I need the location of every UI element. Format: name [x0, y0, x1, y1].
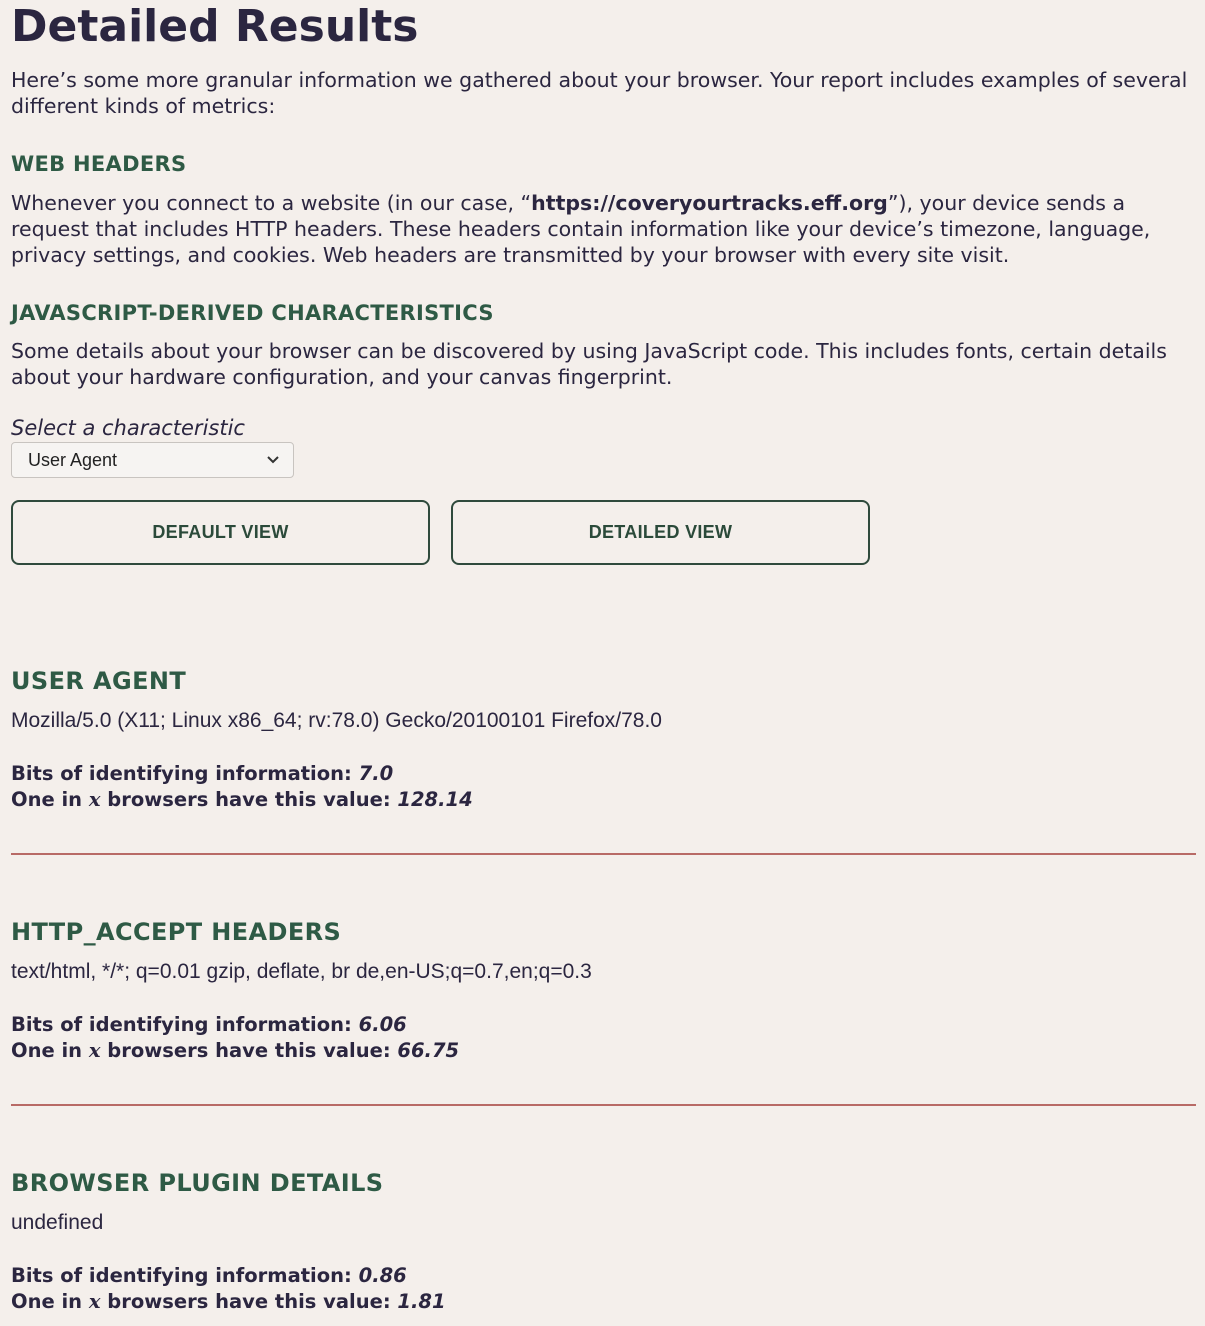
- bits-value: 6.06: [358, 1013, 407, 1036]
- one-in-value: 66.75: [397, 1039, 460, 1062]
- js-characteristics-text: Some details about your browser can be d…: [11, 339, 1167, 389]
- characteristic-select[interactable]: User Agent: [11, 442, 294, 478]
- one-in-prefix: One in: [11, 1290, 83, 1313]
- bits-line: Bits of identifying information: 6.06: [11, 1012, 407, 1038]
- one-in-value: 128.14: [397, 788, 473, 811]
- eff-site-link: https://coveryourtracks.eff.org: [531, 191, 888, 215]
- bits-label: Bits of identifying information:: [11, 1264, 352, 1287]
- bits-line: Bits of identifying information: 7.0: [11, 761, 393, 787]
- divider: [11, 853, 1196, 855]
- result-title: BROWSER PLUGIN DETAILS: [11, 1169, 384, 1197]
- bits-value: 7.0: [358, 762, 394, 785]
- one-in-suffix: browsers have this value:: [107, 788, 391, 811]
- web-headers-text: Whenever you connect to a website (in ou…: [11, 190, 1196, 268]
- x-variable: x: [88, 1290, 101, 1313]
- one-in-line: One in x browsers have this value: 128.1…: [11, 787, 473, 813]
- result-value: undefined: [11, 1211, 104, 1234]
- web-headers-heading: WEB HEADERS: [11, 152, 187, 176]
- select-characteristic-label: Select a characteristic: [11, 416, 245, 440]
- one-in-suffix: browsers have this value:: [107, 1039, 391, 1062]
- result-value: Mozilla/5.0 (X11; Linux x86_64; rv:78.0)…: [11, 709, 662, 732]
- one-in-line: One in x browsers have this value: 1.81: [11, 1289, 446, 1315]
- result-value: text/html, */*; q=0.01 gzip, deflate, br…: [11, 960, 592, 983]
- one-in-prefix: One in: [11, 1039, 83, 1062]
- js-characteristics-heading: JAVASCRIPT-DERIVED CHARACTERISTICS: [11, 301, 494, 325]
- detailed-view-button[interactable]: DETAILED VIEW: [451, 500, 870, 565]
- characteristic-select-value: User Agent: [28, 450, 118, 470]
- intro-text: Here’s some more granular information we…: [11, 68, 1188, 118]
- bits-label: Bits of identifying information:: [11, 762, 352, 785]
- result-title: HTTP_ACCEPT HEADERS: [11, 918, 342, 946]
- one-in-value: 1.81: [397, 1290, 446, 1313]
- page-title: Detailed Results: [11, 1, 419, 52]
- bits-label: Bits of identifying information:: [11, 1013, 352, 1036]
- bits-line: Bits of identifying information: 0.86: [11, 1263, 407, 1289]
- divider: [11, 1104, 1196, 1106]
- result-title: USER AGENT: [11, 667, 187, 695]
- bits-value: 0.86: [358, 1264, 407, 1287]
- x-variable: x: [88, 788, 101, 811]
- default-view-button[interactable]: DEFAULT VIEW: [11, 500, 430, 565]
- chevron-down-icon: [267, 443, 279, 489]
- web-headers-text-before: Whenever you connect to a website (in ou…: [11, 191, 532, 215]
- one-in-line: One in x browsers have this value: 66.75: [11, 1038, 459, 1064]
- one-in-prefix: One in: [11, 788, 83, 811]
- x-variable: x: [88, 1039, 101, 1062]
- one-in-suffix: browsers have this value:: [107, 1290, 391, 1313]
